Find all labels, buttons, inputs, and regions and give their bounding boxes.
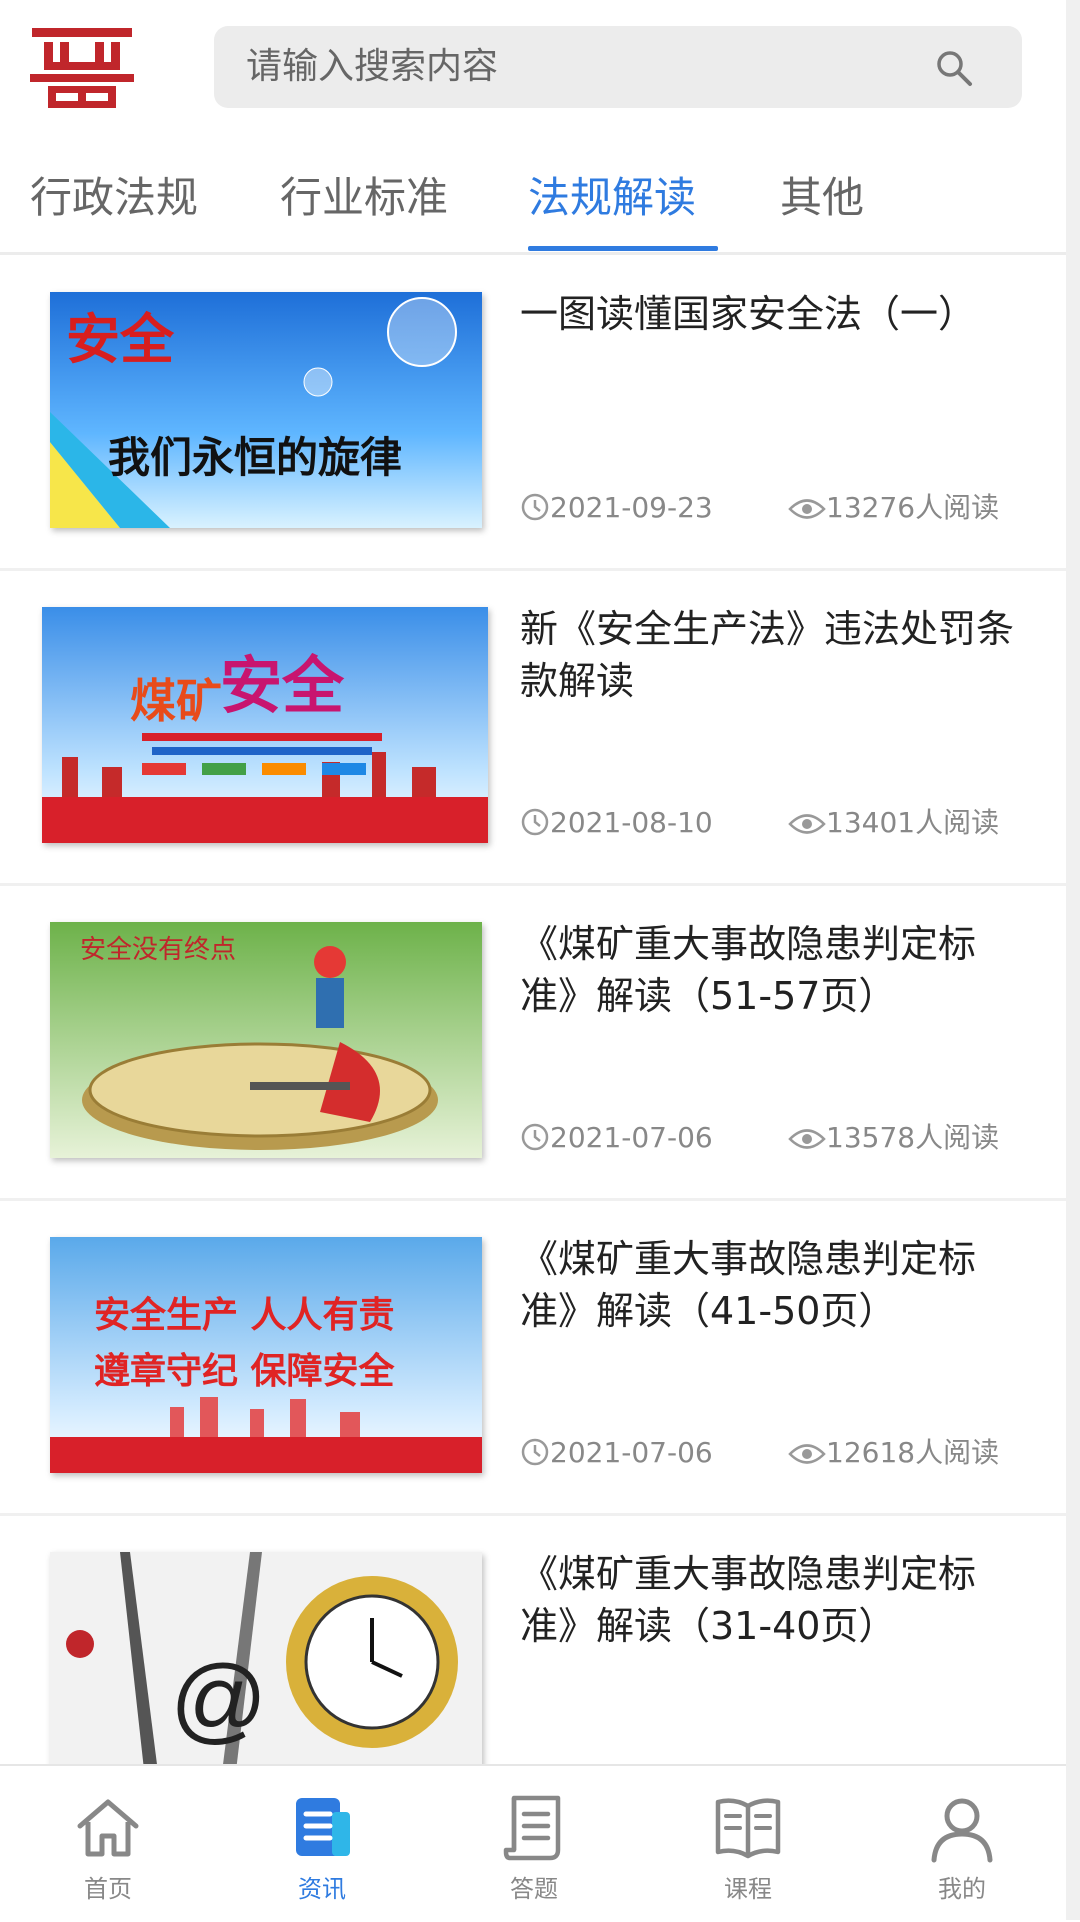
eye-icon: [788, 1129, 826, 1149]
date-text: 2021-09-23: [550, 491, 713, 524]
list-item[interactable]: 安全没有终点 《煤矿重大事故隐患判定标准》解读（51-57页） 2021-07-…: [0, 886, 1066, 1201]
quiz-icon: [498, 1792, 570, 1864]
article-thumbnail[interactable]: 安全 我们永恒的旋律: [50, 292, 482, 528]
clock-icon: [521, 1123, 549, 1151]
nav-item-news[interactable]: 资讯: [242, 1766, 402, 1922]
svg-text:@: @: [170, 1646, 267, 1753]
eye-icon: [788, 1444, 826, 1464]
nav-item-courses[interactable]: 课程: [668, 1766, 828, 1922]
article-thumbnail[interactable]: 煤矿 安全: [42, 607, 488, 843]
tab-industry-standards[interactable]: 行业标准: [280, 170, 448, 226]
list-item[interactable]: 煤矿 安全 新《安全生产法》违法处罚条款解读 2021-08-10 13401人…: [0, 571, 1066, 886]
article-thumbnail[interactable]: 安全生产 人人有责 遵章守纪 保障安全: [50, 1237, 482, 1473]
article-views: 13276人阅读: [788, 490, 999, 526]
thumb-caption: 遵章守纪 保障安全: [94, 1350, 396, 1392]
nav-label: 我的: [938, 1875, 986, 1903]
article-thumbnail[interactable]: 安全没有终点: [50, 922, 482, 1158]
thumb-caption: 安全没有终点: [80, 935, 236, 964]
category-tabs: 行政法规 行业标准 法规解读 其他: [0, 160, 1066, 255]
article-date: 2021-09-23: [520, 490, 713, 526]
article-date: 2021-07-06: [520, 1435, 713, 1471]
clock-icon: [521, 1438, 549, 1466]
list-item[interactable]: 安全生产 人人有责 遵章守纪 保障安全 《煤矿重大事故隐患判定标准》解读（41-…: [0, 1201, 1066, 1516]
nav-item-home[interactable]: 首页: [28, 1766, 188, 1922]
user-icon: [926, 1792, 998, 1864]
thumb-caption: 安全: [220, 652, 345, 721]
active-tab-indicator: [528, 246, 718, 251]
thumb-caption: 安全: [66, 310, 175, 370]
eye-icon: [788, 814, 826, 834]
article-thumbnail[interactable]: @: [50, 1552, 482, 1788]
list-item[interactable]: 安全 我们永恒的旋律 一图读懂国家安全法（一） 2021-09-23 13276…: [0, 256, 1066, 571]
article-views: 12618人阅读: [788, 1435, 999, 1471]
tab-regulation-interpretation[interactable]: 法规解读: [528, 170, 696, 226]
article-date: 2021-07-06: [520, 1120, 713, 1156]
search-placeholder: 请输入搜索内容: [246, 46, 499, 87]
views-text: 13401人阅读: [826, 806, 1000, 839]
bottom-navigation: 首页 资讯 答题 课程 我的: [0, 1764, 1066, 1922]
nav-label: 课程: [724, 1875, 772, 1903]
article-title[interactable]: 一图读懂国家安全法（一）: [520, 288, 1020, 340]
article-views: 13578人阅读: [788, 1120, 999, 1156]
clock-icon: [521, 493, 549, 521]
views-text: 13578人阅读: [826, 1121, 1000, 1154]
article-title[interactable]: 新《安全生产法》违法处罚条款解读: [520, 603, 1020, 707]
nav-label: 答题: [510, 1875, 558, 1903]
views-text: 12618人阅读: [826, 1436, 1000, 1469]
nav-item-profile[interactable]: 我的: [882, 1766, 1042, 1922]
book-icon: [712, 1792, 784, 1864]
scrollbar-track[interactable]: [1066, 0, 1080, 1920]
clock-icon: [521, 808, 549, 836]
tab-administrative-regulations[interactable]: 行政法规: [30, 170, 198, 226]
home-icon: [72, 1792, 144, 1864]
eye-icon: [788, 499, 826, 519]
thumb-caption: 我们永恒的旋律: [108, 433, 402, 482]
thumb-caption: 安全生产 人人有责: [94, 1294, 395, 1336]
date-text: 2021-07-06: [550, 1121, 713, 1154]
nav-item-quiz[interactable]: 答题: [454, 1766, 614, 1922]
views-text: 13276人阅读: [826, 491, 1000, 524]
date-text: 2021-07-06: [550, 1436, 713, 1469]
search-bar[interactable]: 请输入搜索内容: [214, 26, 1022, 108]
tab-other[interactable]: 其他: [780, 170, 864, 226]
nav-label: 首页: [84, 1875, 132, 1903]
thumb-caption: 煤矿: [130, 674, 222, 728]
nav-label: 资讯: [298, 1875, 346, 1903]
article-title[interactable]: 《煤矿重大事故隐患判定标准》解读（51-57页）: [520, 918, 1020, 1022]
date-text: 2021-08-10: [550, 806, 713, 839]
article-date: 2021-08-10: [520, 805, 713, 841]
app-logo: [30, 26, 134, 110]
article-title[interactable]: 《煤矿重大事故隐患判定标准》解读（31-40页）: [520, 1548, 1020, 1652]
search-icon[interactable]: [934, 48, 974, 88]
article-views: 13401人阅读: [788, 805, 999, 841]
header: 请输入搜索内容: [0, 0, 1066, 140]
news-icon: [286, 1792, 358, 1864]
article-title[interactable]: 《煤矿重大事故隐患判定标准》解读（41-50页）: [520, 1233, 1020, 1337]
